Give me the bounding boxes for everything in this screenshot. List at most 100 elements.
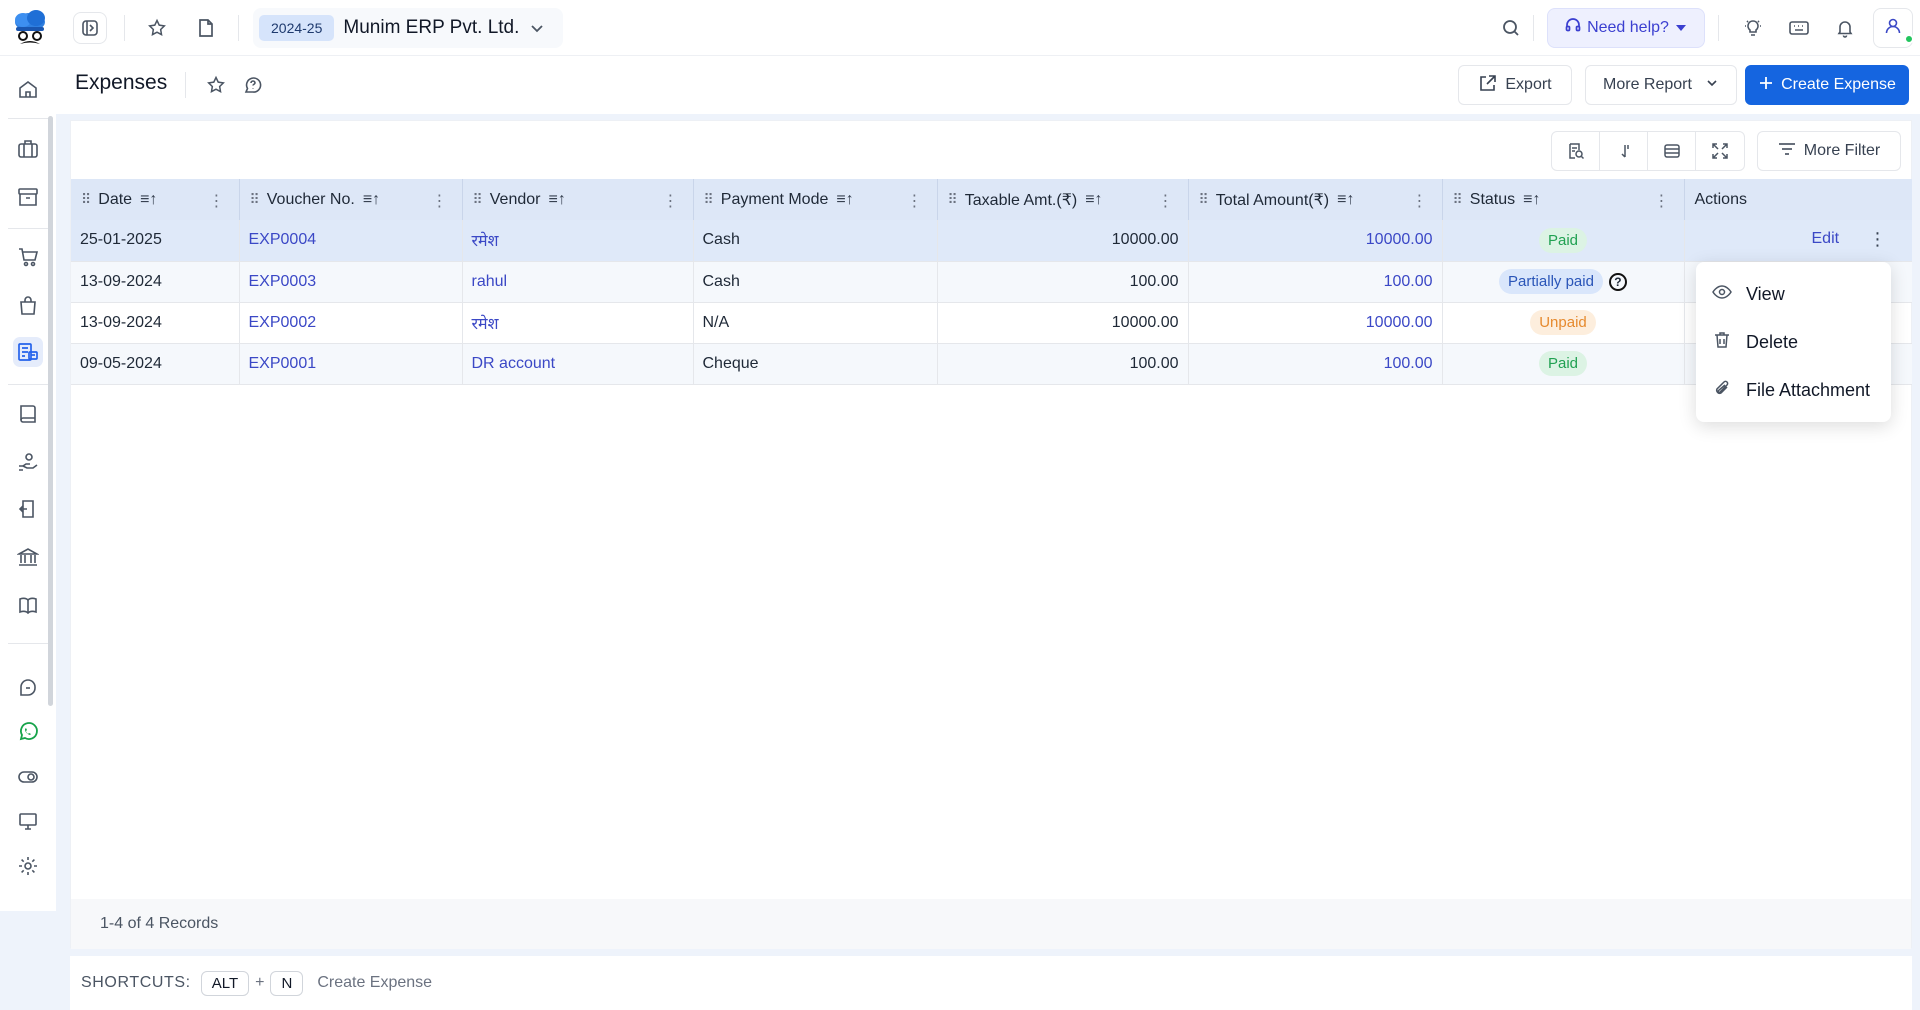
export-button[interactable]: Export <box>1458 65 1572 105</box>
sort-icon[interactable]: ≡↑ <box>1337 191 1354 209</box>
sidebar-toggle-icon[interactable] <box>73 12 107 44</box>
fullscreen-icon[interactable] <box>1696 132 1744 170</box>
document-icon[interactable] <box>189 12 223 44</box>
toggle-icon[interactable] <box>13 762 43 792</box>
company-selector[interactable]: 2024-25 Munim ERP Pvt. Ltd. <box>253 8 563 48</box>
briefcase-icon[interactable] <box>13 134 43 164</box>
voucher-link[interactable]: EXP0001 <box>239 343 463 385</box>
column-header-date[interactable]: ⠿ Date ≡↑ ⋮ <box>71 179 240 220</box>
column-menu-icon[interactable]: ⋮ <box>1412 191 1428 211</box>
menu-item-label: Delete <box>1746 331 1799 352</box>
more-filter-button[interactable]: More Filter <box>1757 131 1901 171</box>
monitor-icon[interactable] <box>13 806 43 836</box>
column-menu-icon[interactable]: ⋮ <box>1654 191 1670 211</box>
row-density-icon[interactable] <box>1648 132 1696 170</box>
hand-money-icon[interactable] <box>13 447 43 477</box>
payment-mode-cell: Cheque <box>693 343 938 385</box>
column-menu-icon[interactable]: ⋮ <box>1158 191 1174 211</box>
total-amount-cell: 100.00 <box>1188 261 1443 303</box>
favorite-star-icon[interactable] <box>203 72 229 98</box>
vendor-link[interactable]: rahul <box>462 261 694 303</box>
drag-handle-icon[interactable]: ⠿ <box>81 191 91 208</box>
drag-handle-icon[interactable]: ⠿ <box>1453 191 1463 208</box>
vendor-link[interactable]: रमेश <box>462 302 694 344</box>
table-row[interactable]: 13-09-2024 EXP0003 rahul Cash 100.00 100… <box>71 261 1912 303</box>
search-report-icon[interactable] <box>1552 132 1600 170</box>
sort-icon[interactable]: ≡↑ <box>836 191 853 209</box>
expenses-icon[interactable] <box>13 337 43 367</box>
open-book-icon[interactable] <box>13 590 43 620</box>
status-badge: Partially paid <box>1499 269 1603 294</box>
voucher-link[interactable]: EXP0002 <box>239 302 463 344</box>
cart-icon[interactable] <box>13 242 43 272</box>
column-menu-icon[interactable]: ⋮ <box>432 191 448 211</box>
vendor-link[interactable]: DR account <box>462 343 694 385</box>
search-icon[interactable] <box>1494 12 1528 44</box>
voucher-link[interactable]: EXP0003 <box>239 261 463 303</box>
lightbulb-icon[interactable] <box>1736 12 1770 44</box>
chevron-down-icon <box>1705 76 1719 95</box>
export-icon <box>1478 73 1498 98</box>
drag-handle-icon[interactable]: ⠿ <box>704 191 714 208</box>
chat-support-icon[interactable] <box>13 673 43 703</box>
sort-icon[interactable]: ≡↑ <box>1085 191 1102 209</box>
menu-item-file-attachment[interactable]: File Attachment <box>1696 370 1891 410</box>
star-icon[interactable] <box>140 12 174 44</box>
bank-icon[interactable] <box>13 542 43 572</box>
divider <box>1533 15 1534 41</box>
sort-order-icon[interactable] <box>1600 132 1648 170</box>
column-header-taxable-amount[interactable]: ⠿ Taxable Amt.(₹) ≡↑ ⋮ <box>937 179 1189 220</box>
row-actions-kebab-icon[interactable]: ⋮ <box>1869 229 1887 250</box>
drag-handle-icon[interactable]: ⠿ <box>948 191 958 208</box>
create-expense-button[interactable]: Create Expense <box>1745 65 1909 105</box>
drag-handle-icon[interactable]: ⠿ <box>1199 191 1209 208</box>
taxable-amount-cell: 10000.00 <box>937 302 1189 344</box>
status-badge: Paid <box>1538 227 1588 253</box>
sort-icon[interactable]: ≡↑ <box>1523 191 1540 209</box>
column-header-payment-mode[interactable]: ⠿ Payment Mode ≡↑ ⋮ <box>693 179 938 220</box>
table-row[interactable]: 09-05-2024 EXP0001 DR account Cheque 100… <box>71 343 1912 385</box>
whatsapp-icon[interactable] <box>13 717 43 747</box>
need-help-button[interactable]: Need help? <box>1547 8 1705 48</box>
column-header-vendor[interactable]: ⠿ Vendor ≡↑ ⋮ <box>462 179 694 220</box>
column-menu-icon[interactable]: ⋮ <box>209 191 225 211</box>
sidebar-scrollbar[interactable] <box>48 116 53 706</box>
user-avatar[interactable] <box>1873 8 1914 48</box>
sort-icon[interactable]: ≡↑ <box>548 191 565 209</box>
sidebar <box>0 56 56 911</box>
munim-logo-icon[interactable] <box>10 8 50 50</box>
home-icon[interactable] <box>13 74 43 104</box>
question-circle-icon[interactable]: ? <box>1608 272 1627 291</box>
voucher-link[interactable]: EXP0004 <box>239 220 463 262</box>
shortcuts-label: SHORTCUTS: <box>81 974 191 991</box>
settings-gear-icon[interactable] <box>13 851 43 881</box>
receipt-return-icon[interactable] <box>13 494 43 524</box>
shopping-bag-icon[interactable] <box>13 291 43 321</box>
keyboard-icon[interactable] <box>1782 12 1816 44</box>
sort-icon[interactable]: ≡↑ <box>140 191 157 209</box>
column-header-voucher[interactable]: ⠿ Voucher No. ≡↑ ⋮ <box>239 179 463 220</box>
help-chat-icon[interactable] <box>240 72 266 98</box>
taxable-amount-cell: 100.00 <box>937 343 1189 385</box>
table-row[interactable]: 25-01-2025 EXP0004 रमेश Cash 10000.00 10… <box>71 220 1912 262</box>
column-header-status[interactable]: ⠿ Status ≡↑ ⋮ <box>1442 179 1685 220</box>
more-report-dropdown[interactable]: More Report <box>1585 65 1737 105</box>
status-cell: Unpaid <box>1442 302 1685 344</box>
table-row[interactable]: 13-09-2024 EXP0002 रमेश N/A 10000.00 100… <box>71 302 1912 344</box>
drag-handle-icon[interactable]: ⠿ <box>250 191 260 208</box>
menu-item-delete[interactable]: Delete <box>1696 322 1891 362</box>
drag-handle-icon[interactable]: ⠿ <box>473 191 483 208</box>
payment-mode-cell: Cash <box>693 220 938 262</box>
column-menu-icon[interactable]: ⋮ <box>907 191 923 211</box>
edit-link[interactable]: Edit <box>1812 230 1840 248</box>
caret-down-icon <box>1675 19 1687 37</box>
vendor-link[interactable]: रमेश <box>462 220 694 262</box>
column-header-total-amount[interactable]: ⠿ Total Amount(₹) ≡↑ ⋮ <box>1188 179 1443 220</box>
inventory-box-icon[interactable] <box>13 182 43 212</box>
status-cell: Paid <box>1442 220 1685 262</box>
column-menu-icon[interactable]: ⋮ <box>663 191 679 211</box>
menu-item-view[interactable]: View <box>1696 274 1891 314</box>
notification-bell-icon[interactable] <box>1828 12 1862 44</box>
ledger-book-icon[interactable] <box>13 399 43 429</box>
sort-icon[interactable]: ≡↑ <box>363 191 380 209</box>
